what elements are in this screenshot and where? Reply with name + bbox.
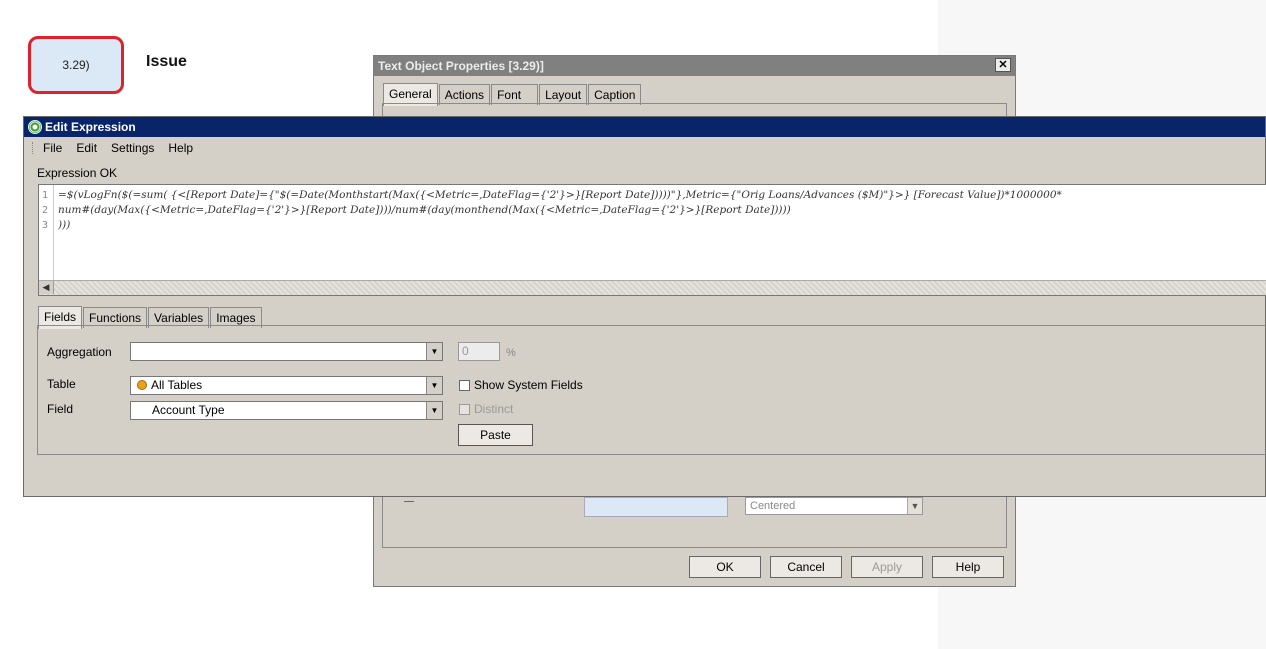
code-line: ))) — [58, 219, 71, 231]
help-button[interactable]: Help — [932, 556, 1004, 578]
dialog-title: Edit Expression — [45, 120, 136, 134]
field-label: Field — [47, 402, 74, 416]
color-preview[interactable] — [584, 497, 728, 517]
table-icon — [137, 380, 147, 390]
percent-input[interactable]: 0 — [458, 342, 500, 361]
table-value: All Tables — [151, 378, 203, 392]
expression-editor[interactable]: 1 2 3 =$(vLogFn($(=sum( {<[Report Date]=… — [38, 184, 1266, 296]
tab-layout[interactable]: Layout — [539, 84, 588, 105]
line-number: 1 — [42, 190, 49, 201]
field-value: Account Type — [152, 403, 225, 417]
scroll-left-icon[interactable]: ◀ — [39, 281, 54, 294]
show-system-fields-checkbox[interactable] — [459, 380, 470, 391]
alignment-select[interactable]: Centered ▼ — [745, 497, 923, 515]
issue-heading: Issue — [146, 53, 187, 70]
distinct-checkbox[interactable] — [459, 404, 470, 415]
issue-callout: 3.29) — [28, 36, 124, 94]
apply-button[interactable]: Apply — [851, 556, 923, 578]
chevron-down-icon[interactable]: ▼ — [426, 343, 442, 360]
chevron-down-icon[interactable]: ▼ — [907, 498, 922, 514]
table-label: Table — [47, 377, 76, 391]
code-line: num#(day(Max({<Metric=,DateFlag={'2'}>}[… — [58, 204, 791, 216]
show-system-fields-label: Show System Fields — [474, 378, 583, 392]
tab-font[interactable]: Font — [491, 84, 539, 105]
cancel-button[interactable]: Cancel — [770, 556, 842, 578]
chevron-down-icon[interactable]: ▼ — [426, 377, 442, 394]
ok-button[interactable]: OK — [689, 556, 761, 578]
line-number: 3 — [42, 220, 49, 231]
table-select[interactable]: All Tables ▼ — [130, 376, 443, 395]
alignment-value: Centered — [750, 500, 796, 512]
dialog-titlebar: Edit Expression — [24, 117, 1265, 137]
fields-panel: Aggregation ▼ 0 % Table All Tables ▼ Fie… — [37, 325, 1266, 455]
tab-caption[interactable]: Caption — [588, 84, 642, 105]
menu-help[interactable]: Help — [168, 141, 193, 155]
percent-sign: % — [506, 347, 516, 359]
code-line: =$(vLogFn($(=sum( {<[Report Date]={"$(=D… — [58, 189, 1062, 201]
callout-label: 3.29) — [62, 58, 90, 72]
dialog-title: Text Object Properties [3.29)] — [378, 59, 544, 73]
grip-icon — [32, 142, 35, 154]
menu-file[interactable]: File — [43, 141, 62, 155]
paste-button[interactable]: Paste — [458, 424, 533, 446]
distinct-label: Distinct — [474, 402, 514, 416]
chevron-down-icon[interactable]: ▼ — [426, 402, 442, 419]
edit-expression-dialog: Edit Expression File Edit Settings Help … — [23, 116, 1266, 497]
aggregation-select[interactable]: ▼ — [130, 342, 443, 361]
menu-settings[interactable]: Settings — [111, 141, 154, 155]
menu-edit[interactable]: Edit — [76, 141, 97, 155]
tab-actions[interactable]: Actions — [438, 84, 491, 105]
expression-status: Expression OK — [37, 166, 118, 180]
horizontal-scrollbar[interactable]: ◀ — [39, 280, 1266, 295]
field-select[interactable]: Account Type ▼ — [130, 401, 443, 420]
app-icon — [28, 120, 42, 134]
properties-tabs: General Actions Font Layout Caption — [383, 82, 642, 106]
dialog-titlebar: Text Object Properties [3.29)] ✕ — [374, 56, 1015, 76]
close-icon[interactable]: ✕ — [995, 58, 1011, 72]
menu-bar: File Edit Settings Help — [24, 137, 1265, 159]
line-number: 2 — [42, 205, 49, 216]
aggregation-label: Aggregation — [47, 345, 112, 359]
